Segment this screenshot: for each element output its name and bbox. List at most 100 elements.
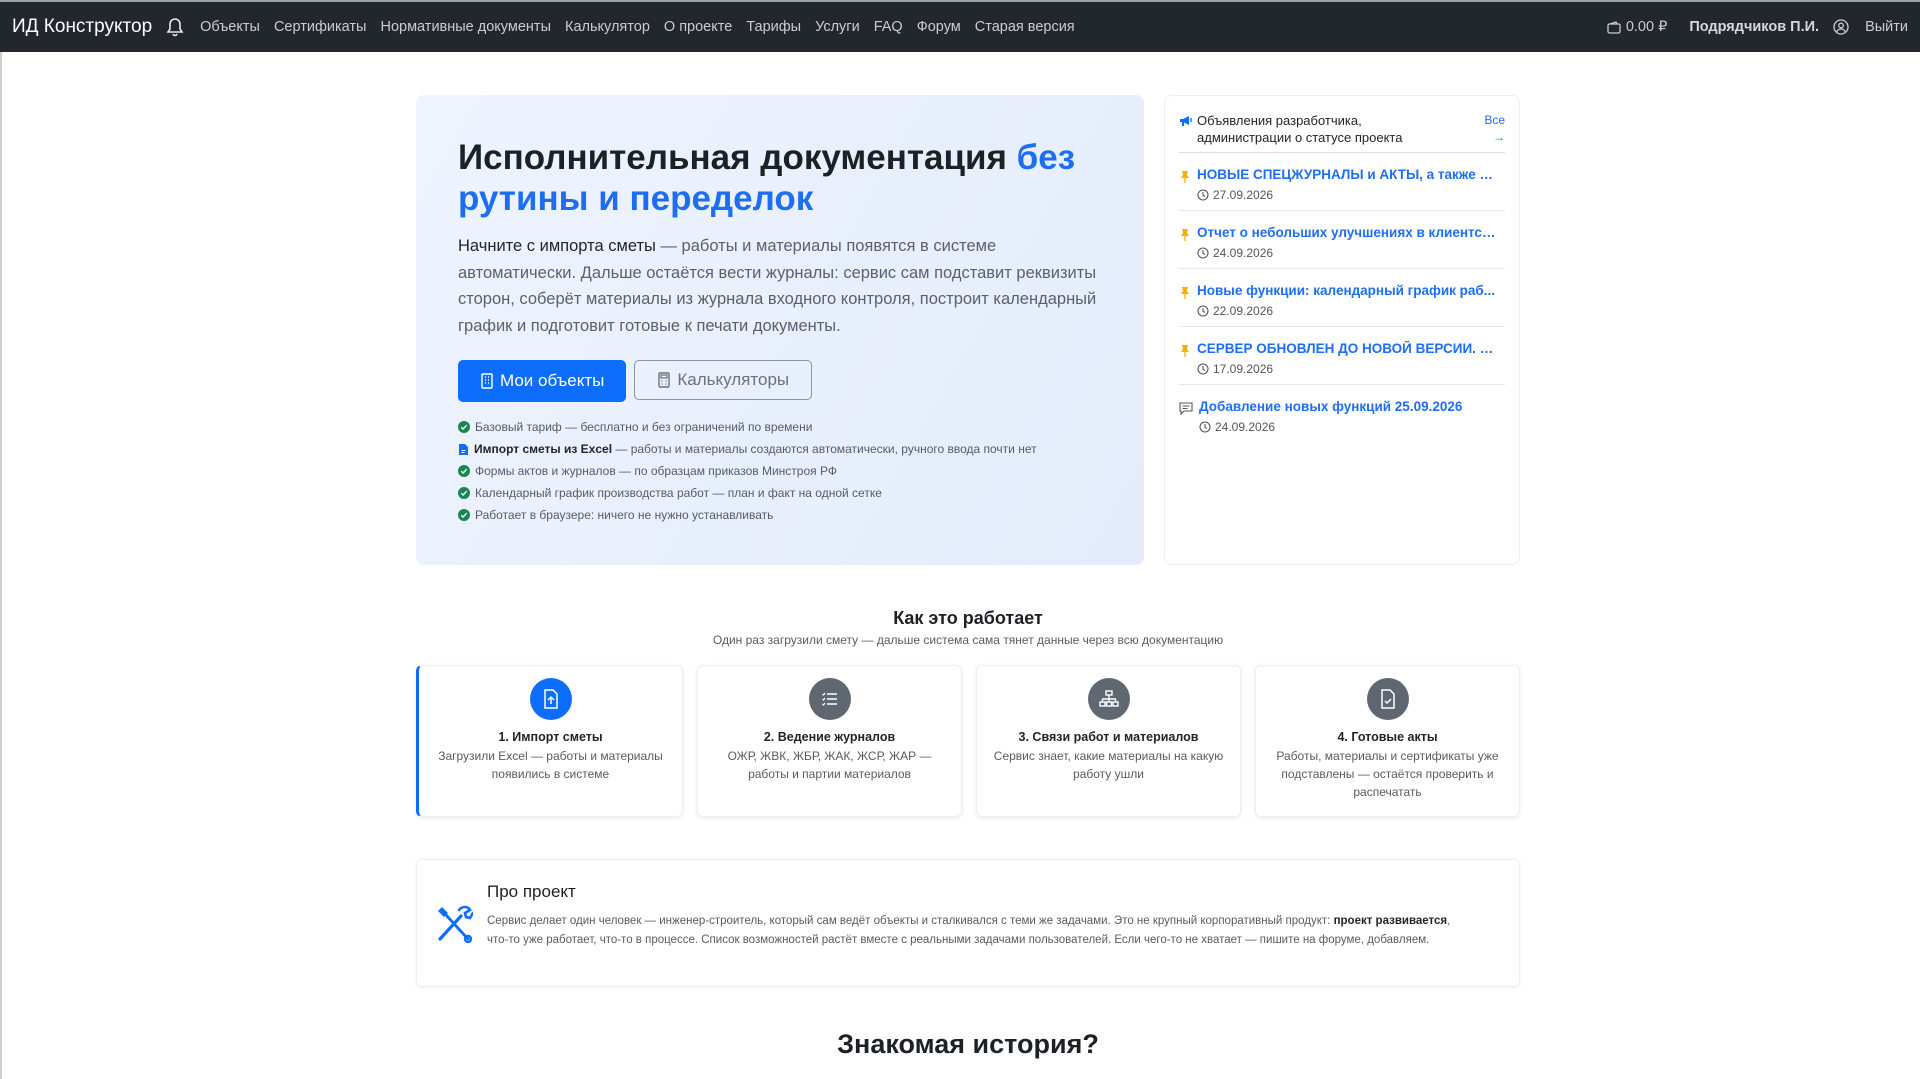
feature-item: Базовый тариф — бесплатно и без ограниче… [458,416,1102,438]
check-circle-icon [458,465,470,477]
feature-text: Формы актов и журналов — по образцам при… [475,464,837,478]
about-title: Про проект [487,882,576,901]
nav-link-normative-docs[interactable]: Нормативные документы [380,19,551,35]
announcements-title-text: Объявления разработчика, администрации о… [1197,113,1403,145]
feature-text: Импорт сметы из Excel — работы и материа… [474,442,1037,456]
nav-link-calculator[interactable]: Калькулятор [565,19,650,35]
clock-icon [1197,305,1209,317]
check-circle-icon [458,421,470,433]
news-date-text: 22.09.2026 [1213,304,1274,318]
my-objects-button[interactable]: Мои объекты [458,360,627,402]
steps-row: 1. Импорт сметы Загрузили Excel — работы… [416,665,1520,817]
bell-icon[interactable] [166,17,186,37]
page-content: Исполнительная документация без рутины и… [0,52,1920,1079]
file-icon [459,443,468,455]
nav-link-certificates[interactable]: Сертификаты [274,19,367,35]
nav-right: 0.00 ₽ Подрядчиков П.И. Выйти [1607,19,1908,35]
user-name[interactable]: Подрядчиков П.И. [1689,19,1819,35]
feature-text-bold: Импорт сметы из Excel [474,442,613,456]
hero-section: Исполнительная документация без рутины и… [416,95,1144,565]
about-project-card: Про проект Сервис делает один человек — … [416,859,1520,987]
pin-icon [1181,287,1189,299]
my-objects-label: Мои объекты [500,371,605,390]
about-text-bold: проект развивается [1333,915,1448,927]
news-item: НОВЫЕ СПЕЦЖУРНАЛЫ и АКТЫ, а также д... 2… [1179,153,1505,211]
clock-icon [1199,421,1211,433]
news-link[interactable]: Добавление новых функций 25.09.2026 [1199,399,1501,414]
step-card[interactable]: 1. Импорт сметы Загрузили Excel — работы… [416,665,683,817]
news-date: 17.09.2026 [1197,362,1499,376]
feature-text: Базовый тариф — бесплатно и без ограниче… [475,420,813,434]
step-title: 2. Ведение журналов [763,730,896,744]
step-desc: Загрузили Excel — работы и материалы поя… [438,749,663,781]
feature-item: Формы актов и журналов — по образцам при… [458,460,1102,482]
logout-link[interactable]: Выйти [1865,19,1908,35]
feature-text-rest: — работы и материалы создаются автоматич… [612,442,1037,456]
message-icon [1179,402,1193,415]
news-date-text: 17.09.2026 [1213,362,1274,376]
how-it-works-header: Как это работает Один раз загрузили смет… [416,608,1520,647]
clock-icon [1197,247,1209,259]
step-title: 1. Импорт сметы [498,730,603,744]
nav-link-forum[interactable]: Форум [917,19,961,35]
nav-link-services[interactable]: Услуги [815,19,860,35]
story-heading: Знакомая история? [837,1029,1099,1059]
list-icon [808,678,851,720]
news-date-text: 27.09.2026 [1213,188,1274,202]
news-date: 22.09.2026 [1197,304,1499,318]
step-card[interactable]: 4. Готовые акты Работы, материалы и серт… [1255,665,1520,817]
step-card[interactable]: 2. Ведение журналов ОЖР, ЖВК, ЖБР, ЖАК, … [697,665,962,817]
news-link[interactable]: СЕРВЕР ОБНОВЛЕН ДО НОВОЙ ВЕРСИИ. ВС... [1197,341,1499,356]
news-link[interactable]: Отчет о небольших улучшениях в клиентск.… [1197,225,1499,240]
nav-link-old-version[interactable]: Старая версия [975,19,1075,35]
nav-link-about[interactable]: О проекте [664,19,732,35]
news-item: Отчет о небольших улучшениях в клиентск.… [1179,211,1505,269]
hero-title-main: Исполнительная документация [458,138,1017,177]
calculator-icon [658,372,671,388]
wallet-icon [1607,20,1621,34]
news-link[interactable]: НОВЫЕ СПЕЦЖУРНАЛЫ и АКТЫ, а также д... [1197,167,1499,182]
feature-text: Работает в браузере: ничего не нужно уст… [475,508,774,522]
step-title: 4. Готовые акты [1337,730,1438,744]
brand-logo[interactable]: ИД Конструктор [12,16,152,38]
step-title: 3. Связи работ и материалов [1018,730,1199,744]
building-icon [481,373,493,389]
news-date: 24.09.2026 [1197,246,1499,260]
check-circle-icon [458,509,470,521]
feature-item: Календарный график производства работ — … [458,482,1102,504]
announcements-all-link[interactable]: Все → [1473,112,1505,146]
news-date: 27.09.2026 [1197,188,1499,202]
hierarchy-icon [1087,678,1130,720]
pin-icon [1181,345,1189,357]
nav-link-faq[interactable]: FAQ [874,19,903,35]
step-desc: Работы, материалы и сертификаты уже подс… [1276,749,1499,799]
how-it-works-subtitle: Один раз загрузили смету — дальше систем… [712,633,1224,647]
nav-link-objects[interactable]: Объекты [200,19,260,35]
news-date-text: 24.09.2026 [1213,246,1274,260]
feature-item: Импорт сметы из Excel — работы и материа… [458,438,1102,460]
calculators-label: Калькуляторы [677,370,790,389]
how-it-works-title: Как это работает [893,608,1043,628]
megaphone-icon [1180,116,1192,126]
clock-icon [1197,189,1209,201]
user-circle-icon[interactable] [1833,19,1849,35]
step-desc: Сервис знает, какие материалы на какую р… [993,749,1224,781]
announcements-header: Объявления разработчика, администрации о… [1179,112,1505,153]
announcements-panel: Объявления разработчика, администрации о… [1164,95,1520,565]
news-item: Новые функции: календарный график раб...… [1179,269,1505,327]
nav-link-tariffs[interactable]: Тарифы [746,19,801,35]
feature-item: Работает в браузере: ничего не нужно уст… [458,504,1102,526]
check-circle-icon [458,487,470,499]
tools-icon [435,904,475,949]
news-link[interactable]: Новые функции: календарный график раб... [1197,283,1499,298]
balance[interactable]: 0.00 ₽ [1607,19,1667,35]
balance-value: 0.00 ₽ [1625,19,1668,35]
feature-list: Базовый тариф — бесплатно и без ограниче… [458,416,1102,526]
news-date: 24.09.2026 [1199,420,1501,434]
about-text-part: Сервис делает один человек — инженер-стр… [487,915,1334,927]
calculators-button[interactable]: Калькуляторы [634,360,813,400]
feature-text: Календарный график производства работ — … [475,486,882,500]
announcements-title: Объявления разработчика, администрации о… [1179,112,1449,146]
step-card[interactable]: 3. Связи работ и материалов Сервис знает… [976,665,1241,817]
hero-lead: Начните с импорта сметы — работы и матер… [458,233,1102,339]
